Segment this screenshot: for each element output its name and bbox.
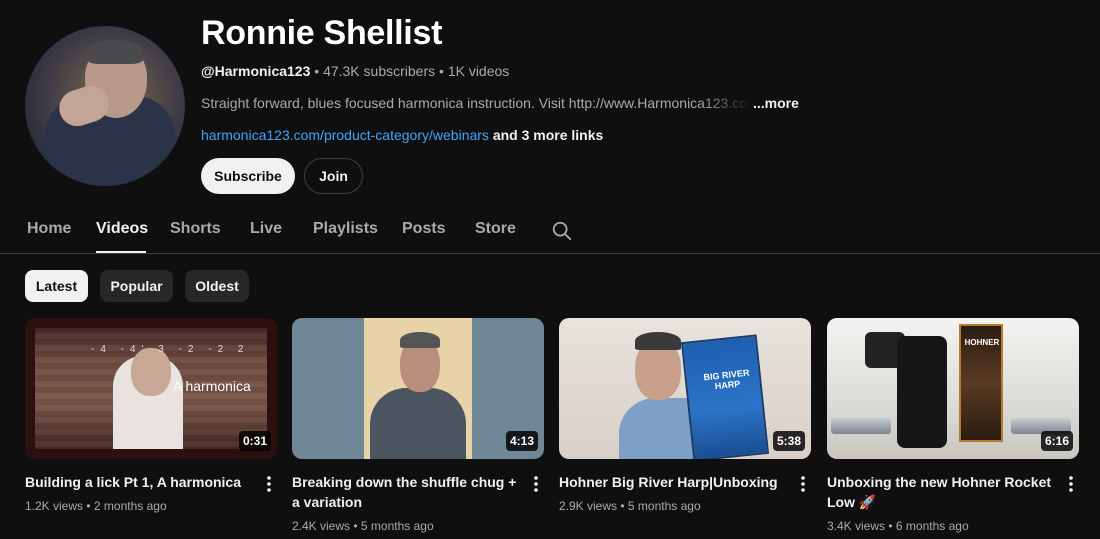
meta-separator: •: [353, 519, 358, 533]
join-button[interactable]: Join: [304, 158, 363, 194]
video-views: 1.2K views: [25, 499, 84, 513]
video-title[interactable]: Hohner Big River Harp|Unboxing: [559, 472, 784, 492]
video-card[interactable]: -4 -4' 3 -2 -2 2 A harmonica 0:31 Buildi…: [25, 318, 277, 513]
thumbnail-harmonica: [831, 418, 891, 434]
video-thumbnail[interactable]: BIG RIVER HARP 5:38: [559, 318, 811, 459]
video-card[interactable]: BIG RIVER HARP 5:38 Hohner Big River Har…: [559, 318, 811, 513]
channel-avatar[interactable]: [25, 26, 185, 186]
thumbnail-product-box: [680, 334, 770, 459]
thumbnail-case: [897, 336, 947, 448]
video-card[interactable]: HOHNER 6:16 Unboxing the new Hohner Rock…: [827, 318, 1079, 533]
video-card[interactable]: 4:13 Breaking down the shuffle chug + a …: [292, 318, 544, 533]
video-views: 2.4K views: [292, 519, 351, 533]
meta-separator: •: [620, 499, 625, 513]
video-thumbnail[interactable]: -4 -4' 3 -2 -2 2 A harmonica 0:31: [25, 318, 277, 459]
channel-handle: @Harmonica123: [201, 63, 311, 79]
more-vert-icon[interactable]: [795, 474, 811, 494]
video-meta: 2.9K views • 5 months ago: [559, 499, 701, 513]
tab-home[interactable]: Home: [27, 220, 71, 238]
video-age: 2 months ago: [93, 499, 167, 513]
video-meta: 1.2K views • 2 months ago: [25, 499, 167, 513]
tab-videos[interactable]: Videos: [96, 220, 148, 238]
video-title[interactable]: Building a lick Pt 1, A harmonica: [25, 472, 250, 492]
video-thumbnail[interactable]: 4:13: [292, 318, 544, 459]
channel-tabs: Home Videos Shorts Live Playlists Posts …: [0, 206, 1100, 254]
channel-meta: @Harmonica123 • 47.3K subscribers • 1K v…: [201, 63, 509, 79]
meta-separator: •: [888, 519, 893, 533]
thumbnail-hair: [400, 332, 440, 348]
video-meta: 2.4K views • 5 months ago: [292, 519, 434, 533]
video-thumbnail[interactable]: HOHNER 6:16: [827, 318, 1079, 459]
video-duration: 6:16: [1040, 431, 1073, 451]
subscribe-button[interactable]: Subscribe: [201, 158, 295, 194]
meta-separator: •: [314, 63, 320, 79]
more-links-button[interactable]: and 3 more links: [493, 127, 603, 143]
avatar-hair: [87, 40, 143, 64]
active-tab-indicator: [96, 251, 146, 253]
video-duration: 4:13: [505, 431, 538, 451]
chip-latest[interactable]: Latest: [25, 270, 88, 302]
description-more-link[interactable]: ...more: [753, 95, 799, 111]
more-vert-icon[interactable]: [1063, 474, 1079, 494]
tab-store[interactable]: Store: [475, 220, 516, 238]
video-age: 5 months ago: [360, 519, 434, 533]
meta-separator: •: [439, 63, 444, 79]
thumbnail-caption: HOHNER: [964, 338, 1000, 347]
video-meta: 3.4K views • 6 months ago: [827, 519, 969, 533]
video-age: 6 months ago: [895, 519, 969, 533]
video-duration: 0:31: [238, 431, 271, 451]
tab-posts[interactable]: Posts: [402, 220, 446, 238]
video-age: 5 months ago: [627, 499, 701, 513]
chip-oldest[interactable]: Oldest: [185, 270, 249, 302]
video-count: 1K videos: [447, 63, 510, 79]
thumbnail-person: [370, 388, 466, 459]
search-icon[interactable]: [551, 220, 573, 242]
video-views: 3.4K views: [827, 519, 886, 533]
video-title[interactable]: Breaking down the shuffle chug + a varia…: [292, 472, 517, 512]
more-vert-icon[interactable]: [261, 474, 277, 494]
channel-links: harmonica123.com/product-category/webina…: [201, 127, 603, 143]
video-title[interactable]: Unboxing the new Hohner Rocket Low 🚀: [827, 472, 1052, 512]
meta-separator: •: [86, 499, 91, 513]
tab-playlists[interactable]: Playlists: [313, 220, 378, 238]
more-vert-icon[interactable]: [528, 474, 544, 494]
description-text: Straight forward, blues focused harmonic…: [201, 95, 753, 111]
video-duration: 5:38: [772, 431, 805, 451]
thumbnail-hair: [635, 332, 681, 350]
channel-name: Ronnie Shellist: [201, 14, 443, 52]
video-views: 2.9K views: [559, 499, 618, 513]
channel-external-link[interactable]: harmonica123.com/product-category/webina…: [201, 127, 489, 143]
tab-shorts[interactable]: Shorts: [170, 220, 221, 238]
tab-live[interactable]: Live: [250, 220, 282, 238]
channel-description[interactable]: Straight forward, blues focused harmonic…: [201, 95, 801, 111]
chip-popular[interactable]: Popular: [100, 270, 173, 302]
subscriber-count: 47.3K subscribers: [323, 63, 436, 79]
